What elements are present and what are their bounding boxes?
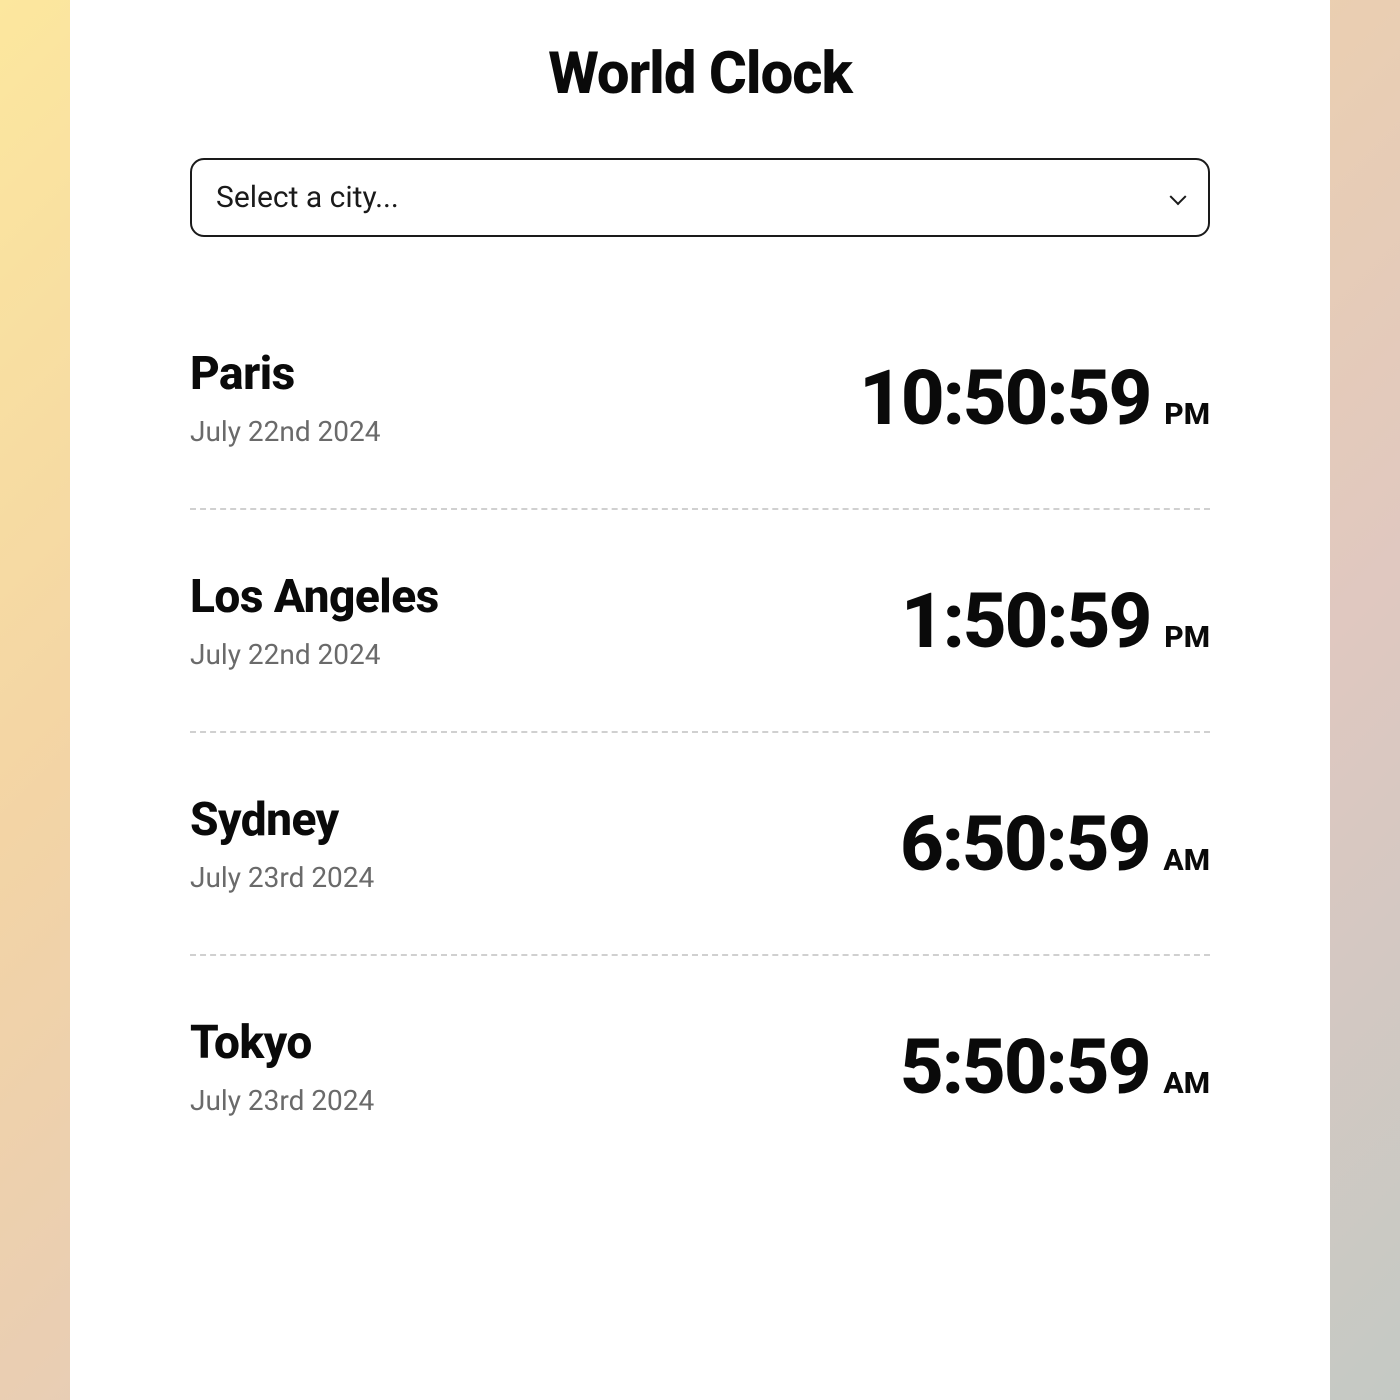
city-name: Los Angeles (190, 570, 439, 624)
time-info: 1:50:59 PM (901, 576, 1210, 666)
time-info: 5:50:59 AM (900, 1022, 1210, 1112)
city-info: Tokyo July 23rd 2024 (190, 1016, 374, 1117)
city-select[interactable]: Select a city... (190, 158, 1210, 237)
city-name: Sydney (190, 793, 374, 847)
clock-list: Paris July 22nd 2024 10:50:59 PM Los Ang… (190, 287, 1210, 1177)
city-date: July 23rd 2024 (190, 1084, 374, 1117)
time-value: 5:50:59 (900, 1022, 1149, 1112)
clock-row: Paris July 22nd 2024 10:50:59 PM (190, 287, 1210, 510)
city-date: July 22nd 2024 (190, 638, 439, 671)
city-name: Tokyo (190, 1016, 374, 1070)
clock-row: Los Angeles July 22nd 2024 1:50:59 PM (190, 510, 1210, 733)
time-period: PM (1164, 620, 1210, 655)
page-title: World Clock (190, 40, 1210, 108)
time-info: 10:50:59 PM (859, 353, 1210, 443)
city-date: July 23rd 2024 (190, 861, 374, 894)
time-value: 1:50:59 (901, 576, 1150, 666)
time-period: AM (1163, 1066, 1210, 1101)
time-value: 10:50:59 (859, 353, 1150, 443)
city-info: Sydney July 23rd 2024 (190, 793, 374, 894)
clock-row: Tokyo July 23rd 2024 5:50:59 AM (190, 956, 1210, 1177)
time-period: AM (1163, 843, 1210, 878)
city-info: Los Angeles July 22nd 2024 (190, 570, 439, 671)
world-clock-card: World Clock Select a city... Paris July … (70, 0, 1330, 1400)
time-info: 6:50:59 AM (900, 799, 1210, 889)
city-select-wrapper: Select a city... (190, 158, 1210, 237)
time-value: 6:50:59 (900, 799, 1149, 889)
city-name: Paris (190, 347, 381, 401)
city-info: Paris July 22nd 2024 (190, 347, 381, 448)
clock-row: Sydney July 23rd 2024 6:50:59 AM (190, 733, 1210, 956)
time-period: PM (1164, 397, 1210, 432)
city-date: July 22nd 2024 (190, 415, 381, 448)
